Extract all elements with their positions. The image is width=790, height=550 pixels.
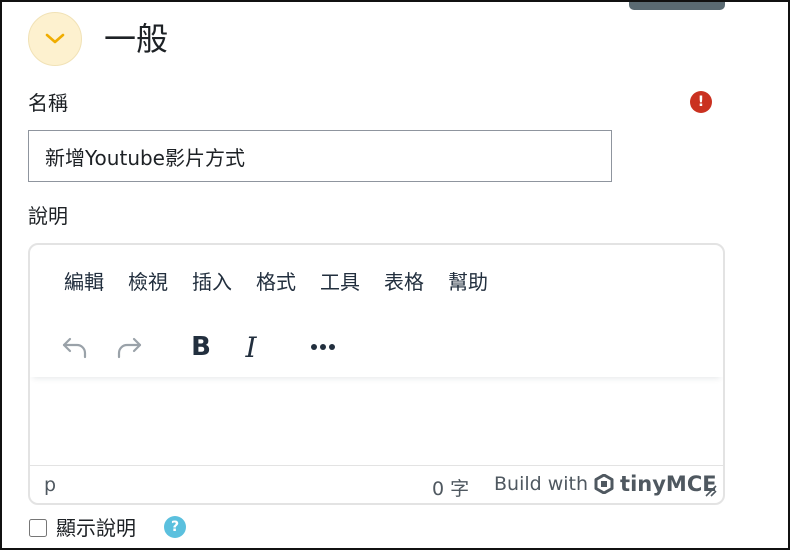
name-input[interactable] [28,130,612,182]
editor-content-area[interactable] [30,377,723,465]
header-button-stub[interactable] [629,0,725,10]
required-icon: ! [690,91,712,113]
menu-insert[interactable]: 插入 [180,267,244,297]
name-label: 名稱 [28,91,68,115]
show-description-label[interactable]: 顯示說明 [56,515,136,541]
more-icon [311,344,335,350]
menu-edit[interactable]: 編輯 [52,267,116,297]
rich-text-editor: 編輯 檢視 插入 格式 工具 表格 幫助 B I p 0 字 Build wit… [28,243,725,505]
menu-help[interactable]: 幫助 [436,267,500,297]
redo-icon [117,337,142,359]
chevron-down-icon [45,33,65,44]
resize-handle-icon[interactable] [705,485,717,497]
help-icon[interactable]: ? [164,516,186,538]
editor-menubar: 編輯 檢視 插入 格式 工具 表格 幫助 [52,267,500,297]
italic-label: I [245,330,257,364]
redo-button[interactable] [108,327,150,367]
undo-icon [62,337,87,359]
tinymce-brand: tinyMCE [620,472,717,496]
show-description-checkbox[interactable] [29,519,47,537]
menu-tools[interactable]: 工具 [308,267,372,297]
build-with-text: Build with [494,473,589,495]
section-title: 一般 [104,20,169,58]
tinymce-branding[interactable]: Build with tinyMCE [494,472,717,496]
description-label: 說明 [28,204,68,228]
menu-table[interactable]: 表格 [372,267,436,297]
undo-button[interactable] [54,327,96,367]
bold-button[interactable]: B [180,327,222,367]
menu-view[interactable]: 檢視 [116,267,180,297]
more-button[interactable] [302,327,344,367]
tinymce-logo-icon [594,474,614,494]
bold-label: B [191,332,211,362]
element-path[interactable]: p [44,474,56,496]
editor-toolbar: B I [30,319,723,377]
menu-format[interactable]: 格式 [244,267,308,297]
editor-statusbar: p 0 字 Build with tinyMCE [30,465,723,503]
italic-button[interactable]: I [230,327,272,367]
word-count[interactable]: 0 字 [432,474,469,501]
collapse-toggle-button[interactable] [28,12,82,66]
